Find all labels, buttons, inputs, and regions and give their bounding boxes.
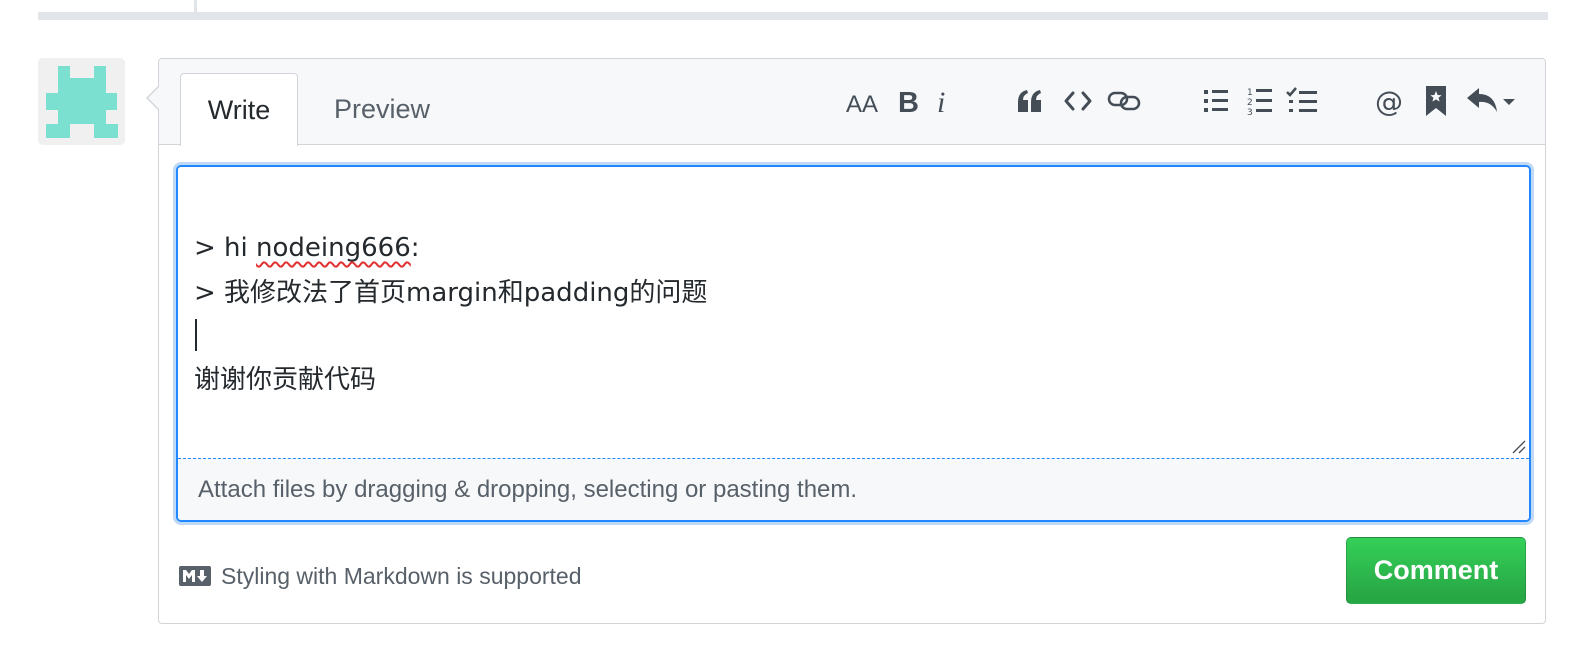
markdown-help-link[interactable]: Styling with Markdown is supported xyxy=(179,559,582,593)
reply-line: 谢谢你贡献代码 xyxy=(194,365,377,395)
ordered-list-icon[interactable]: 123 xyxy=(1245,81,1275,121)
svg-text:3: 3 xyxy=(1247,108,1253,116)
bold-icon[interactable]: B xyxy=(895,81,921,121)
quote-suffix: : xyxy=(410,233,420,263)
svg-text:B: B xyxy=(898,87,919,116)
comment-caret-fill xyxy=(148,87,159,109)
svg-text:1: 1 xyxy=(1247,88,1253,98)
markdown-note: Styling with Markdown is supported xyxy=(221,562,582,589)
divider xyxy=(38,12,1548,20)
attach-hint: Attach files by dragging & dropping, sel… xyxy=(198,476,858,503)
markdown-icon xyxy=(179,566,211,586)
resize-handle-icon[interactable] xyxy=(1511,439,1527,455)
italic-icon[interactable]: i xyxy=(933,81,953,121)
saved-reply-icon[interactable] xyxy=(1423,81,1449,121)
heading-icon[interactable]: AA xyxy=(845,81,883,121)
quote-icon[interactable] xyxy=(1015,81,1045,121)
identicon-icon xyxy=(38,58,125,145)
comment-editor[interactable]: > hi nodeing666: > 我修改法了首页margin和padding… xyxy=(176,165,1531,522)
comment-textarea[interactable]: > hi nodeing666: > 我修改法了首页margin和padding… xyxy=(178,167,1529,458)
unordered-list-icon[interactable] xyxy=(1201,81,1231,121)
file-drop-zone[interactable]: Attach files by dragging & dropping, sel… xyxy=(178,458,1529,520)
reply-icon[interactable] xyxy=(1465,81,1519,121)
tab-preview[interactable]: Preview xyxy=(317,73,447,145)
quote-line-2: > 我修改法了首页margin和padding的问题 xyxy=(194,278,708,308)
link-icon[interactable] xyxy=(1107,81,1141,121)
comment-button[interactable]: Comment xyxy=(1346,537,1526,604)
quote-prefix: > hi xyxy=(194,233,257,263)
mention-icon[interactable]: @ xyxy=(1375,81,1407,121)
code-icon[interactable] xyxy=(1063,81,1093,121)
username-misspelled: nodeing666 xyxy=(256,233,411,263)
previous-comment-bottom xyxy=(38,0,1548,20)
text-cursor xyxy=(195,319,197,351)
svg-text:i: i xyxy=(937,86,945,116)
svg-text:AA: AA xyxy=(846,91,878,116)
tab-write[interactable]: Write xyxy=(180,73,298,146)
svg-text:2: 2 xyxy=(1247,98,1253,108)
avatar[interactable] xyxy=(38,58,125,145)
quote-line-1: > hi nodeing666: xyxy=(194,233,420,263)
task-list-icon[interactable] xyxy=(1285,81,1319,121)
comment-form-header: Write Preview AA B i 123 @ xyxy=(159,59,1545,146)
timeline-line xyxy=(194,0,197,12)
svg-text:@: @ xyxy=(1375,85,1403,117)
new-comment-form: Write Preview AA B i 123 @ > hi nodeing6… xyxy=(158,58,1546,624)
